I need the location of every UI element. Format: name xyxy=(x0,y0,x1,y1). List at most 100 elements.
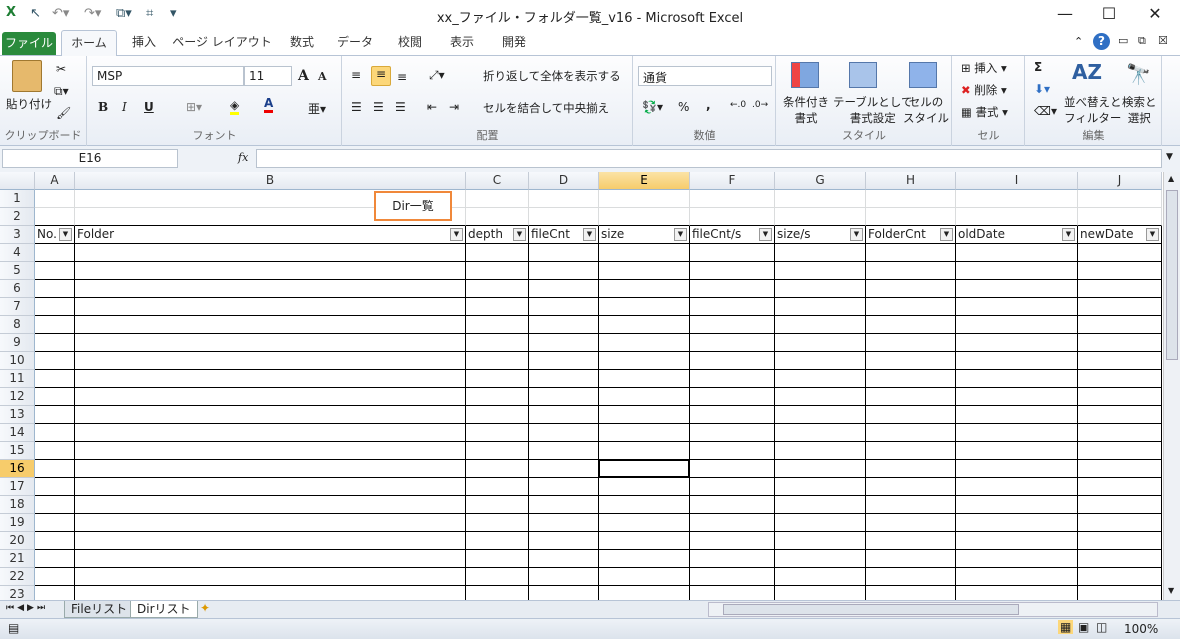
cell-C9[interactable] xyxy=(466,334,529,352)
cell-E5[interactable] xyxy=(599,262,690,280)
cell-A3[interactable]: No. ▼ xyxy=(35,226,75,244)
row-header-7[interactable]: 7 xyxy=(0,298,35,316)
column-header-H[interactable]: H xyxy=(866,172,956,190)
cell-C16[interactable] xyxy=(466,460,529,478)
number-format-select[interactable]: 通貨 xyxy=(638,66,772,86)
orientation-icon[interactable]: ⤢▾ xyxy=(429,68,445,83)
cell-D14[interactable] xyxy=(529,424,599,442)
cell-I22[interactable] xyxy=(956,568,1078,586)
cell-E22[interactable] xyxy=(599,568,690,586)
cell-C14[interactable] xyxy=(466,424,529,442)
cell-J6[interactable] xyxy=(1078,280,1162,298)
align-left-icon[interactable]: ☰ xyxy=(351,100,362,114)
cell-G8[interactable] xyxy=(775,316,866,334)
cell-I20[interactable] xyxy=(956,532,1078,550)
cell-J4[interactable] xyxy=(1078,244,1162,262)
cell-D1[interactable] xyxy=(529,190,599,208)
cell-I12[interactable] xyxy=(956,388,1078,406)
row-header-12[interactable]: 12 xyxy=(0,388,35,406)
cell-G18[interactable] xyxy=(775,496,866,514)
cell-C20[interactable] xyxy=(466,532,529,550)
cell-G23[interactable] xyxy=(775,586,866,600)
cell-E7[interactable] xyxy=(599,298,690,316)
column-header-B[interactable]: B xyxy=(75,172,466,190)
cell-B3[interactable]: Folder ▼ xyxy=(75,226,466,244)
increase-decimal-icon[interactable]: ←.0 xyxy=(730,100,746,110)
filter-dropdown-icon[interactable]: ▼ xyxy=(583,228,596,241)
select-all-corner[interactable] xyxy=(0,172,35,190)
cell-G20[interactable] xyxy=(775,532,866,550)
cell-F17[interactable] xyxy=(690,478,775,496)
decrease-indent-icon[interactable]: ⇤ xyxy=(427,100,437,114)
cell-D3[interactable]: fileCnt ▼ xyxy=(529,226,599,244)
column-header-C[interactable]: C xyxy=(466,172,529,190)
cell-A16[interactable] xyxy=(35,460,75,478)
cell-D11[interactable] xyxy=(529,370,599,388)
cell-H12[interactable] xyxy=(866,388,956,406)
delete-cells-button[interactable]: ✖ 削除 ▾ xyxy=(961,82,1007,98)
horizontal-scrollbar[interactable] xyxy=(708,602,1158,617)
cell-I21[interactable] xyxy=(956,550,1078,568)
cell-I7[interactable] xyxy=(956,298,1078,316)
cell-E1[interactable] xyxy=(599,190,690,208)
cell-C4[interactable] xyxy=(466,244,529,262)
cell-A19[interactable] xyxy=(35,514,75,532)
cell-C5[interactable] xyxy=(466,262,529,280)
cell-C7[interactable] xyxy=(466,298,529,316)
row-header-9[interactable]: 9 xyxy=(0,334,35,352)
cell-B19[interactable] xyxy=(75,514,466,532)
cell-H1[interactable] xyxy=(866,190,956,208)
column-header-A[interactable]: A xyxy=(35,172,75,190)
cell-J20[interactable] xyxy=(1078,532,1162,550)
tab-view[interactable]: 表示 xyxy=(440,30,484,56)
cell-G4[interactable] xyxy=(775,244,866,262)
align-center-icon[interactable]: ☰ xyxy=(373,100,384,114)
cell-E2[interactable] xyxy=(599,208,690,226)
font-color-icon[interactable]: A xyxy=(264,96,274,113)
cell-B4[interactable] xyxy=(75,244,466,262)
cell-I23[interactable] xyxy=(956,586,1078,600)
cell-J3[interactable]: newDate ▼ xyxy=(1078,226,1162,244)
cell-J8[interactable] xyxy=(1078,316,1162,334)
cell-F1[interactable] xyxy=(690,190,775,208)
cell-A9[interactable] xyxy=(35,334,75,352)
cell-F15[interactable] xyxy=(690,442,775,460)
cell-I5[interactable] xyxy=(956,262,1078,280)
cell-J15[interactable] xyxy=(1078,442,1162,460)
cell-H15[interactable] xyxy=(866,442,956,460)
cut-icon[interactable]: ✂ xyxy=(56,62,66,76)
cell-C17[interactable] xyxy=(466,478,529,496)
cell-A11[interactable] xyxy=(35,370,75,388)
percent-button[interactable]: % xyxy=(678,100,689,114)
row-header-3[interactable]: 3 xyxy=(0,226,35,244)
cell-H17[interactable] xyxy=(866,478,956,496)
cell-D22[interactable] xyxy=(529,568,599,586)
cell-E12[interactable] xyxy=(599,388,690,406)
cell-H7[interactable] xyxy=(866,298,956,316)
row-header-8[interactable]: 8 xyxy=(0,316,35,334)
merge-center-button[interactable]: セルを結合して中央揃え xyxy=(483,100,609,116)
workbook-restore-icon[interactable]: ⧉ xyxy=(1138,34,1146,48)
bold-button[interactable]: B xyxy=(98,100,108,114)
cell-J23[interactable] xyxy=(1078,586,1162,600)
column-header-F[interactable]: F xyxy=(690,172,775,190)
cell-F19[interactable] xyxy=(690,514,775,532)
autosum-button[interactable]: Σ xyxy=(1034,60,1042,74)
cell-H2[interactable] xyxy=(866,208,956,226)
align-right-icon[interactable]: ☰ xyxy=(395,100,406,114)
name-box[interactable]: E16 xyxy=(2,149,178,168)
cell-F10[interactable] xyxy=(690,352,775,370)
cell-F6[interactable] xyxy=(690,280,775,298)
cell-D20[interactable] xyxy=(529,532,599,550)
filter-dropdown-icon[interactable]: ▼ xyxy=(674,228,687,241)
conditional-format-button[interactable]: 条件付き 書式 xyxy=(783,94,829,126)
cell-A2[interactable] xyxy=(35,208,75,226)
cell-B12[interactable] xyxy=(75,388,466,406)
fill-icon[interactable]: ⬇▾ xyxy=(1034,82,1050,96)
cell-B15[interactable] xyxy=(75,442,466,460)
cell-B11[interactable] xyxy=(75,370,466,388)
currency-icon[interactable]: 💱▾ xyxy=(642,100,663,114)
cell-B7[interactable] xyxy=(75,298,466,316)
cell-A4[interactable] xyxy=(35,244,75,262)
sheet-tab-dir-list[interactable]: Dirリスト xyxy=(130,601,198,618)
